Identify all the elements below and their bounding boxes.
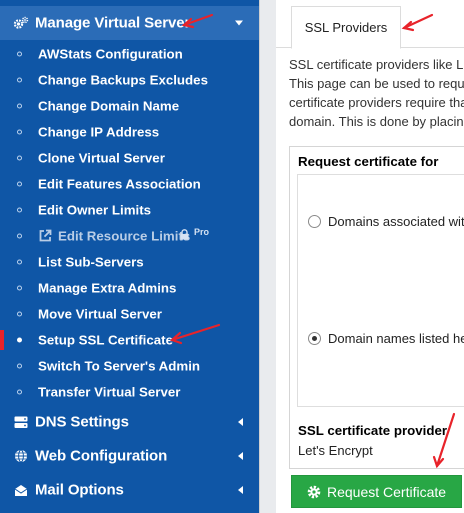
caret-left-icon (238, 452, 243, 460)
sidebar-item-transfer-virtual-server[interactable]: Transfer Virtual Server (0, 379, 259, 405)
envelope-icon (13, 482, 29, 498)
bullet-icon (17, 233, 22, 239)
description-line: SSL certificate providers like L (289, 57, 464, 72)
sidebar-item-setup-ssl-certificate[interactable]: Setup SSL Certificate (0, 327, 259, 353)
sidebar-section-manage-virtual-server[interactable]: Manage Virtual Server (0, 6, 259, 40)
radio-option-listed-domains[interactable]: Domain names listed he (308, 331, 464, 346)
caret-left-icon (238, 418, 243, 426)
tab-ssl-providers[interactable]: SSL Providers (291, 6, 401, 49)
sidebar-item-edit-owner-limits[interactable]: Edit Owner Limits (0, 197, 259, 223)
sidebar-item-list-sub-servers[interactable]: List Sub-Servers (0, 249, 259, 275)
radio-button-checked[interactable] (308, 332, 321, 345)
server-icon (13, 414, 29, 430)
request-form: Request certificate for Domains associat… (289, 146, 464, 469)
sidebar-item-label: Edit Resource Limits (58, 228, 191, 244)
sidebar-section-web-configuration[interactable]: Web Configuration (0, 439, 259, 473)
sidebar-item-label: AWStats Configuration (38, 46, 183, 62)
domain-options-box: Domains associated wit Domain names list… (297, 174, 464, 407)
caret-down-icon (235, 20, 243, 26)
sidebar-item-edit-features-association[interactable]: Edit Features Association (0, 171, 259, 197)
bullet-icon (17, 77, 22, 83)
request-certificate-button[interactable]: Request Certificate (291, 475, 462, 508)
pro-badge: Pro (194, 227, 210, 237)
bullet-icon (17, 181, 22, 187)
sidebar-item-label: Setup SSL Certificate (38, 332, 173, 348)
sidebar-item-label: Manage Extra Admins (38, 280, 177, 296)
sidebar-item-switch-to-servers-admin[interactable]: Switch To Server's Admin (0, 353, 259, 379)
radio-option-associated-domains[interactable]: Domains associated wit (308, 214, 464, 229)
sidebar-item-label: Change IP Address (38, 124, 160, 140)
sidebar-item-change-backups-excludes[interactable]: Change Backups Excludes (0, 67, 259, 93)
lock-icon (180, 229, 189, 240)
sidebar-section-label: Manage Virtual Server (35, 14, 191, 32)
sidebar-item-label: Clone Virtual Server (38, 150, 165, 166)
sidebar-subitems: AWStats Configuration Change Backups Exc… (0, 41, 259, 405)
description-line: domain. This is done by placin (289, 114, 464, 129)
bullet-icon (17, 363, 22, 369)
request-certificate-label: Request Certificate (327, 483, 447, 500)
sidebar: Manage Virtual Server AWStats Configurat… (0, 0, 259, 513)
sidebar-item-change-ip-address[interactable]: Change IP Address (0, 119, 259, 145)
bullet-icon (17, 285, 22, 291)
sidebar-item-manage-extra-admins[interactable]: Manage Extra Admins (0, 275, 259, 301)
radio-button-unchecked[interactable] (308, 215, 321, 228)
sidebar-item-change-domain-name[interactable]: Change Domain Name (0, 93, 259, 119)
active-item-marker (0, 330, 4, 350)
description-line: This page can be used to requ (289, 76, 464, 91)
bullet-icon (17, 337, 22, 343)
gear-icon (307, 485, 321, 498)
page-description: SSL certificate providers like L This pa… (289, 55, 464, 131)
sidebar-section-label: Web Configuration (35, 447, 168, 465)
provider-value: Let's Encrypt (298, 443, 373, 458)
radio-label: Domain names listed he (328, 331, 464, 346)
form-title: Request certificate for (298, 154, 439, 169)
external-link-icon (39, 229, 52, 242)
caret-left-icon (238, 486, 243, 494)
sidebar-item-label: Transfer Virtual Server (38, 384, 181, 400)
sidebar-item-label: Edit Features Association (38, 176, 201, 192)
sidebar-item-move-virtual-server[interactable]: Move Virtual Server (0, 301, 259, 327)
sidebar-item-awstats-configuration[interactable]: AWStats Configuration (0, 41, 259, 67)
sidebar-section-label: Mail Options (35, 481, 124, 499)
sidebar-item-edit-resource-limits[interactable]: Edit Resource Limits Pro (0, 223, 259, 249)
bullet-icon (17, 155, 22, 161)
provider-label: SSL certificate provider (298, 423, 448, 438)
sidebar-item-label: Change Backups Excludes (38, 72, 208, 88)
sidebar-section-mail-options[interactable]: Mail Options (0, 473, 259, 507)
bullet-icon (17, 389, 22, 395)
sidebar-item-label: Switch To Server's Admin (38, 358, 201, 374)
tab-bar: SSL Providers (276, 6, 464, 49)
bullet-icon (17, 311, 22, 317)
bullet-icon (17, 103, 22, 109)
sidebar-section-label: DNS Settings (35, 413, 129, 431)
bullet-icon (17, 259, 22, 265)
sidebar-item-label: Edit Owner Limits (38, 202, 152, 218)
description-line: certificate providers require tha (289, 95, 464, 110)
bullet-icon (17, 207, 22, 213)
globe-icon (13, 448, 29, 464)
sidebar-section-dns-settings[interactable]: DNS Settings (0, 405, 259, 439)
sidebar-item-label: Change Domain Name (38, 98, 180, 114)
bullet-icon (17, 51, 22, 57)
radio-label: Domains associated wit (328, 214, 464, 229)
sidebar-item-label: Move Virtual Server (38, 306, 162, 322)
sidebar-item-label: List Sub-Servers (38, 254, 144, 270)
gears-icon (13, 15, 29, 31)
bullet-icon (17, 129, 22, 135)
sidebar-item-clone-virtual-server[interactable]: Clone Virtual Server (0, 145, 259, 171)
